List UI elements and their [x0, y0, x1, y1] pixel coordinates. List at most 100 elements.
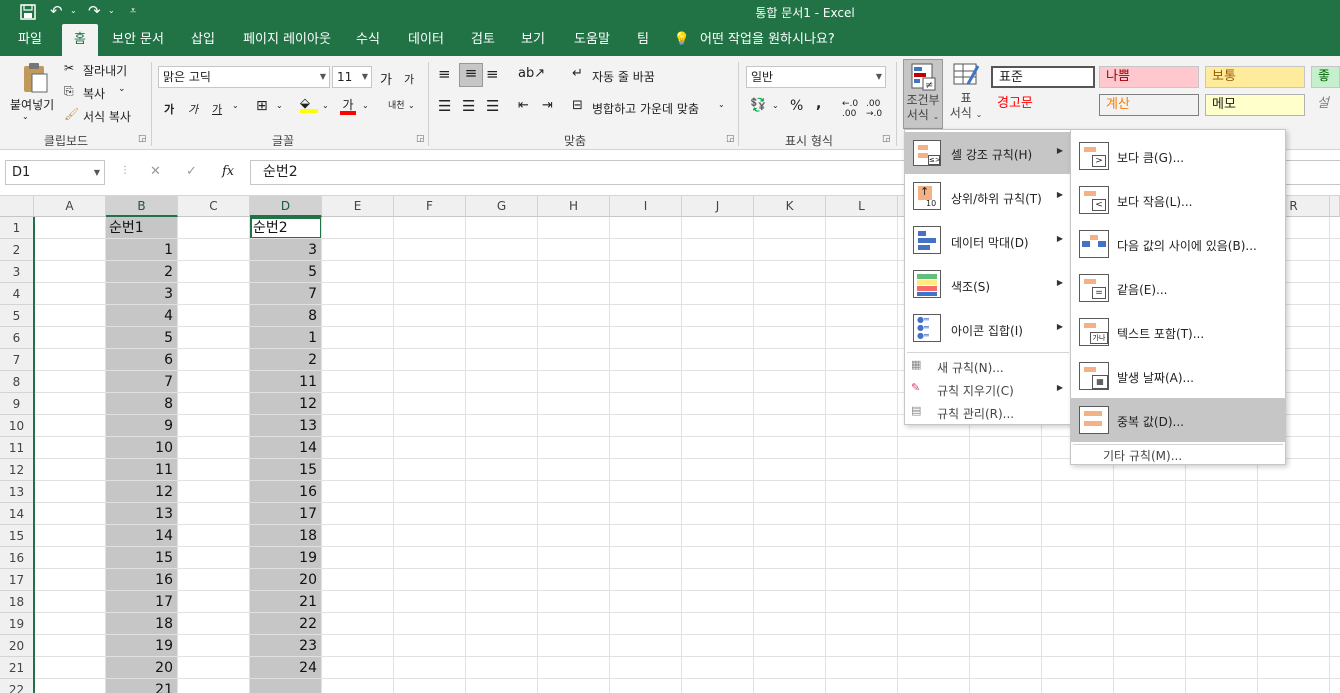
- align-top-icon[interactable]: ≡: [438, 65, 451, 83]
- cell-d[interactable]: 순번2: [250, 217, 320, 239]
- column-header[interactable]: I: [610, 196, 682, 217]
- cell-d[interactable]: 2: [250, 349, 320, 371]
- style-good[interactable]: 좋음: [1311, 66, 1340, 88]
- cell-d[interactable]: 16: [250, 481, 320, 503]
- cell-d[interactable]: 23: [250, 635, 320, 657]
- menu-item-equal-to[interactable]: = 같음(E)...: [1071, 266, 1285, 310]
- tab-page-layout[interactable]: 페이지 레이아웃: [234, 24, 340, 56]
- cell-d[interactable]: 17: [250, 503, 320, 525]
- select-all-corner[interactable]: [0, 196, 34, 217]
- font-launcher-icon[interactable]: ◲: [416, 134, 425, 144]
- row-header[interactable]: 20: [0, 635, 34, 657]
- font-color-dropdown-icon[interactable]: ⌄: [362, 101, 369, 110]
- menu-item-data-bars[interactable]: 데이터 막대(D) ▶: [905, 220, 1071, 262]
- column-header[interactable]: K: [754, 196, 826, 217]
- orientation-icon[interactable]: ab↗: [518, 66, 545, 81]
- style-note[interactable]: 메모: [1205, 94, 1305, 116]
- comma-button[interactable]: ,: [816, 96, 821, 112]
- style-calculation[interactable]: 계산: [1099, 94, 1199, 116]
- menu-item-text-contains[interactable]: 가나 텍스트 포함(T)...: [1071, 310, 1285, 354]
- bold-button[interactable]: 가: [164, 101, 174, 117]
- borders-dropdown-icon[interactable]: ⌄: [276, 101, 283, 110]
- row-header[interactable]: 1: [0, 217, 34, 239]
- tab-review[interactable]: 검토: [462, 24, 504, 56]
- column-header[interactable]: J: [682, 196, 754, 217]
- tab-data[interactable]: 데이터: [398, 24, 454, 56]
- underline-dropdown-icon[interactable]: ⌄: [232, 101, 239, 110]
- tab-help[interactable]: 도움말: [564, 24, 620, 56]
- cell-b[interactable]: 4: [106, 305, 176, 327]
- cell-b[interactable]: 6: [106, 349, 176, 371]
- cell-b[interactable]: 14: [106, 525, 176, 547]
- fill-color-dropdown-icon[interactable]: ⌄: [322, 101, 329, 110]
- phonetic-button[interactable]: 내천: [388, 98, 405, 111]
- align-center-icon[interactable]: ☰: [462, 97, 475, 115]
- cell-d[interactable]: [250, 679, 320, 693]
- row-header[interactable]: 17: [0, 569, 34, 591]
- cell-b[interactable]: 7: [106, 371, 176, 393]
- decrease-indent-icon[interactable]: ⇤: [518, 98, 529, 113]
- cell-d[interactable]: 8: [250, 305, 320, 327]
- column-header-blank[interactable]: [1330, 196, 1340, 217]
- cell-b[interactable]: 5: [106, 327, 176, 349]
- row-header[interactable]: 22: [0, 679, 34, 693]
- cancel-icon[interactable]: ✕: [150, 164, 161, 179]
- cell-b[interactable]: 21: [106, 679, 176, 693]
- row-header[interactable]: 14: [0, 503, 34, 525]
- cell-b[interactable]: 17: [106, 591, 176, 613]
- cell-d[interactable]: 11: [250, 371, 320, 393]
- cell-b[interactable]: 19: [106, 635, 176, 657]
- underline-button[interactable]: 가: [212, 101, 222, 117]
- phonetic-dropdown-icon[interactable]: ⌄: [408, 101, 415, 110]
- cell-d[interactable]: 18: [250, 525, 320, 547]
- wrap-text-button[interactable]: 자동 줄 바꿈: [592, 68, 655, 85]
- cell-b[interactable]: 2: [106, 261, 176, 283]
- paste-button[interactable]: 붙여넣기: [10, 96, 54, 113]
- align-left-icon[interactable]: ☰: [438, 97, 451, 115]
- row-header[interactable]: 9: [0, 393, 34, 415]
- cell-d[interactable]: 12: [250, 393, 320, 415]
- cell-d[interactable]: 24: [250, 657, 320, 679]
- menu-item-color-scales[interactable]: 색조(S) ▶: [905, 264, 1071, 306]
- column-header[interactable]: C: [178, 196, 250, 217]
- name-box[interactable]: D1 ▼: [5, 160, 105, 185]
- tab-home[interactable]: 홈: [62, 24, 98, 56]
- align-middle-icon[interactable]: ≡: [459, 63, 483, 87]
- shrink-font-button[interactable]: 가: [404, 71, 414, 87]
- row-header[interactable]: 2: [0, 239, 34, 261]
- increase-decimal-icon[interactable]: ←.0.00: [842, 99, 858, 119]
- currency-dropdown-icon[interactable]: ⌄: [772, 101, 779, 110]
- cell-d[interactable]: 21: [250, 591, 320, 613]
- tab-file[interactable]: 파일: [8, 24, 52, 56]
- menu-item-new-rule[interactable]: ▦ 새 규칙(N)...: [905, 355, 1071, 377]
- font-color-icon[interactable]: 가: [340, 96, 356, 115]
- row-header[interactable]: 12: [0, 459, 34, 481]
- row-header[interactable]: 4: [0, 283, 34, 305]
- tab-team[interactable]: 팀: [628, 24, 658, 56]
- row-header[interactable]: 8: [0, 371, 34, 393]
- cell-b[interactable]: 13: [106, 503, 176, 525]
- column-header[interactable]: D: [250, 196, 322, 217]
- menu-item-highlight-cells-rules[interactable]: ≤> 셀 강조 규칙(H) ▶: [905, 132, 1071, 174]
- row-header[interactable]: 19: [0, 613, 34, 635]
- column-header[interactable]: G: [466, 196, 538, 217]
- tell-me-search[interactable]: 어떤 작업을 원하시나요?: [700, 24, 850, 56]
- cell-d[interactable]: 14: [250, 437, 320, 459]
- style-neutral[interactable]: 보통: [1205, 66, 1305, 88]
- cell-d[interactable]: 15: [250, 459, 320, 481]
- clipboard-launcher-icon[interactable]: ◲: [138, 134, 147, 144]
- number-format-select[interactable]: 일반 ▼: [746, 66, 886, 88]
- grow-font-button[interactable]: 가: [380, 69, 392, 88]
- cell-b[interactable]: 20: [106, 657, 176, 679]
- column-header[interactable]: H: [538, 196, 610, 217]
- cell-d[interactable]: 5: [250, 261, 320, 283]
- menu-item-clear-rules[interactable]: ✎ 규칙 지우기(C) ▶: [905, 378, 1071, 400]
- menu-item-manage-rules[interactable]: ▤ 규칙 관리(R)...: [905, 401, 1071, 423]
- italic-button[interactable]: 가: [188, 101, 198, 117]
- row-header[interactable]: 13: [0, 481, 34, 503]
- tab-formulas[interactable]: 수식: [348, 24, 388, 56]
- enter-icon[interactable]: ✓: [186, 164, 197, 179]
- column-header[interactable]: B: [106, 196, 178, 217]
- cell-b[interactable]: 18: [106, 613, 176, 635]
- menu-item-date-occurring[interactable]: ▦ 발생 날짜(A)...: [1071, 354, 1285, 398]
